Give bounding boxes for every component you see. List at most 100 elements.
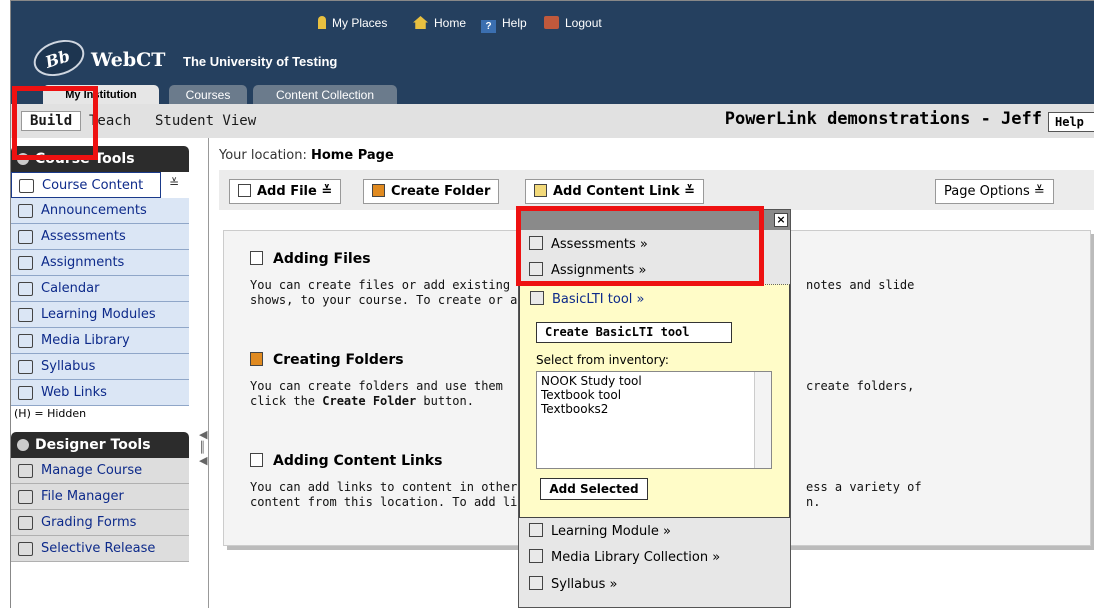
home-icon <box>19 179 34 193</box>
brand-name: WebCT <box>91 49 166 71</box>
chevron-down-icon: ≚ <box>321 184 333 199</box>
sidebar-item-web-links[interactable]: Web Links <box>11 380 189 406</box>
sidebar-item-assignments[interactable]: Assignments <box>11 250 189 276</box>
assessment-icon <box>18 230 33 244</box>
sidebar: Course Tools Course Content Announcements… <box>10 138 207 608</box>
lti-tool-icon <box>530 291 544 305</box>
assignment-icon <box>18 256 33 270</box>
help-icon: ? <box>481 20 496 33</box>
create-folder-label: Create Folder <box>391 184 491 199</box>
media-icon <box>529 549 543 563</box>
logout-icon <box>544 16 559 29</box>
logout-link[interactable]: Logout <box>544 16 602 30</box>
collapse-icon <box>17 439 29 451</box>
text-line: You can create folders and use them <box>250 379 503 393</box>
sidebar-item-announcements[interactable]: Announcements <box>11 198 189 224</box>
text-line: You can add links to content in other <box>250 480 518 494</box>
calendar-icon <box>18 282 33 296</box>
sidebar-item-label: Assignments <box>41 255 125 270</box>
sidebar-item-learning-modules[interactable]: Learning Modules <box>11 302 189 328</box>
location-prefix: Your location: <box>219 148 307 163</box>
menu-item-media-library-collection[interactable]: Media Library Collection » <box>529 549 720 565</box>
text-line: button. <box>416 394 474 408</box>
logo-text: Bb <box>42 46 73 72</box>
page-options-label: Page Options <box>944 184 1030 199</box>
creating-folders-title: Creating Folders <box>273 352 404 368</box>
menu-item-label: Syllabus » <box>551 577 618 592</box>
add-file-button[interactable]: Add File ≚ <box>229 179 342 204</box>
sidebar-item-label: Syllabus <box>41 359 96 374</box>
menu-item-syllabus[interactable]: Syllabus » <box>529 576 618 592</box>
designer-tools-title: Designer Tools <box>35 437 151 453</box>
text-line: content from this location. To add link <box>250 495 532 509</box>
institution-name: The University of Testing <box>183 54 338 69</box>
person-icon <box>318 16 326 29</box>
text-line: click the <box>250 394 323 408</box>
menu-item-learning-module[interactable]: Learning Module » <box>529 523 671 539</box>
help-button[interactable]: Help <box>1048 112 1094 132</box>
inventory-option[interactable]: Textbook tool <box>541 388 767 402</box>
sidebar-item-media-library[interactable]: Media Library <box>11 328 189 354</box>
sidebar-item-selective-release[interactable]: Selective Release <box>11 536 189 562</box>
course-title: PowerLink demonstrations - Jeff <box>724 109 1042 129</box>
file-icon <box>238 184 251 197</box>
release-icon <box>18 542 33 556</box>
basiclti-submenu: BasicLTI tool » Create BasicLTI tool Sel… <box>519 284 790 518</box>
sidebar-item-manage-course[interactable]: Manage Course <box>11 458 189 484</box>
help-link[interactable]: ? Help <box>481 16 527 33</box>
inventory-option[interactable]: NOOK Study tool <box>541 374 767 388</box>
tab-content-collection[interactable]: Content Collection <box>253 85 397 106</box>
mode-bar: Build Teach Student View PowerLink demon… <box>10 104 1094 138</box>
hidden-note: (H) = Hidden <box>14 407 87 420</box>
sidebar-item-course-content[interactable]: Course Content <box>11 172 161 198</box>
folder-icon <box>372 184 385 197</box>
expand-chevron-icon[interactable]: ≚ <box>169 176 179 190</box>
adding-files-title: Adding Files <box>273 251 371 267</box>
breadcrumb: Your location: Home Page <box>219 148 394 163</box>
sidebar-item-assessments[interactable]: Assessments <box>11 224 189 250</box>
manage-icon <box>18 464 33 478</box>
close-icon[interactable]: × <box>774 213 788 227</box>
tab-content-collection-label: Content Collection <box>275 88 375 102</box>
sidebar-item-label: Media Library <box>41 333 130 348</box>
content-link-icon <box>250 453 263 467</box>
sidebar-item-syllabus[interactable]: Syllabus <box>11 354 189 380</box>
chevron-down-icon: ≚ <box>684 184 696 199</box>
sidebar-item-calendar[interactable]: Calendar <box>11 276 189 302</box>
menu-item-label: BasicLTI tool » <box>552 292 645 307</box>
sidebar-item-file-manager[interactable]: File Manager <box>11 484 189 510</box>
designer-tools-header[interactable]: Designer Tools <box>11 432 189 458</box>
text-line: You can create files or add existing fil <box>250 278 539 292</box>
module-icon <box>18 308 33 322</box>
sidebar-item-grading-forms[interactable]: Grading Forms <box>11 510 189 536</box>
text-line-tail: ess a variety of <box>806 480 922 494</box>
create-folder-bold: Create Folder <box>322 394 417 408</box>
listbox-scrollbar[interactable] <box>754 372 771 468</box>
highlight-menu-items <box>516 206 764 286</box>
page-options-button[interactable]: Page Options ≚ <box>935 179 1054 204</box>
tab-courses[interactable]: Courses <box>169 85 247 106</box>
sidebar-item-label: Announcements <box>41 203 147 218</box>
sidebar-item-label: File Manager <box>41 489 124 504</box>
text-line-tail: n. <box>806 495 821 509</box>
inventory-listbox[interactable]: NOOK Study tool Textbook tool Textbooks2 <box>536 371 772 469</box>
grading-icon <box>18 516 33 530</box>
sidebar-item-label: Assessments <box>41 229 126 244</box>
create-basiclti-button[interactable]: Create BasicLTI tool <box>536 322 732 343</box>
create-folder-button[interactable]: Create Folder <box>363 179 500 204</box>
syllabus-icon <box>529 576 543 590</box>
inventory-option[interactable]: Textbooks2 <box>541 402 767 416</box>
sidebar-item-label: Selective Release <box>41 541 156 556</box>
add-content-link-button[interactable]: Add Content Link ≚ <box>525 179 705 204</box>
menu-item-basiclti[interactable]: BasicLTI tool » <box>530 291 644 307</box>
my-places-label: My Places <box>332 16 388 30</box>
text-line-tail: notes and slide <box>806 278 915 292</box>
content-toolbar: Add File ≚ Create Folder Add Content Lin… <box>219 170 1094 210</box>
add-selected-button[interactable]: Add Selected <box>540 478 648 500</box>
home-icon <box>413 16 428 29</box>
student-view-button[interactable]: Student View <box>155 113 256 129</box>
my-places-link[interactable]: My Places <box>318 16 387 30</box>
text-line: shows, to your course. To create or a <box>250 293 518 307</box>
home-link[interactable]: Home <box>413 16 466 30</box>
add-file-label: Add File <box>257 184 317 199</box>
